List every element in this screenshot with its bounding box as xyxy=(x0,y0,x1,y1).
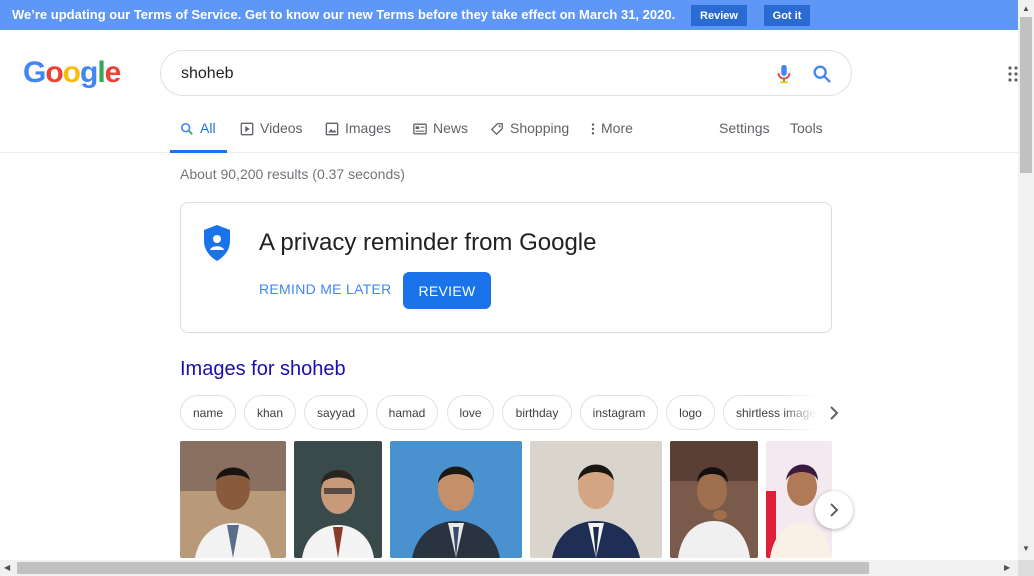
image-icon xyxy=(325,122,339,136)
chip[interactable]: love xyxy=(447,395,494,430)
chip[interactable]: logo xyxy=(666,395,715,430)
banner-review-button[interactable]: Review xyxy=(691,5,747,26)
apps-grid-icon[interactable] xyxy=(1008,66,1018,82)
chip-fade xyxy=(782,395,832,431)
vertical-scroll-thumb[interactable] xyxy=(1020,17,1032,173)
banner-gotit-button[interactable]: Got it xyxy=(764,5,810,26)
person-photo xyxy=(530,441,662,558)
chip[interactable]: sayyad xyxy=(304,395,368,430)
images-next-button[interactable] xyxy=(815,491,853,529)
tab-label: All xyxy=(200,120,216,136)
more-vert-icon xyxy=(591,123,595,135)
chip[interactable]: birthday xyxy=(502,395,572,430)
search-icon xyxy=(180,122,193,135)
image-thumbnail[interactable] xyxy=(530,441,662,558)
tab-label: Shopping xyxy=(510,120,570,136)
tab-label: More xyxy=(601,120,633,136)
person-photo xyxy=(390,441,522,558)
tools-link[interactable]: Tools xyxy=(790,120,823,153)
scroll-right-arrow-icon[interactable]: ▶ xyxy=(1004,563,1010,572)
scroll-down-arrow-icon[interactable]: ▼ xyxy=(1022,544,1030,553)
remind-later-button[interactable]: REMIND ME LATER xyxy=(259,281,392,297)
news-icon xyxy=(413,123,427,135)
search-tabs: All Videos Images News Shopping More Set… xyxy=(0,110,1018,153)
image-thumbnail[interactable] xyxy=(180,441,286,558)
tab-images[interactable]: Images xyxy=(325,120,391,153)
page: We’re updating our Terms of Service. Get… xyxy=(0,0,1034,576)
horizontal-scrollbar[interactable]: ◀ ▶ xyxy=(0,560,1018,576)
google-logo[interactable]: Google xyxy=(23,56,122,90)
chip[interactable]: khan xyxy=(244,395,296,430)
image-thumbnail[interactable] xyxy=(294,441,382,558)
logo-letter: o xyxy=(45,56,63,89)
person-photo xyxy=(670,441,758,558)
privacy-review-button[interactable]: REVIEW xyxy=(403,272,491,309)
play-icon xyxy=(240,122,254,136)
chevron-right-icon xyxy=(830,503,839,517)
mic-icon[interactable] xyxy=(773,63,795,85)
shield-user-icon xyxy=(204,225,230,261)
tag-icon xyxy=(490,123,503,136)
scroll-left-arrow-icon[interactable]: ◀ xyxy=(4,563,10,572)
logo-letter: o xyxy=(62,56,81,89)
image-thumbnail[interactable] xyxy=(390,441,522,558)
banner-text: We’re updating our Terms of Service. Get… xyxy=(12,7,676,22)
privacy-reminder-card: A privacy reminder from Google REMIND ME… xyxy=(180,202,832,333)
scrollbar-corner xyxy=(1018,560,1034,576)
tab-label: Images xyxy=(345,120,391,136)
chevron-right-icon[interactable] xyxy=(828,405,840,421)
result-stats: About 90,200 results (0.37 seconds) xyxy=(180,166,405,182)
tab-all[interactable]: All xyxy=(170,120,227,153)
vertical-scrollbar[interactable]: ▲ ▼ xyxy=(1018,0,1034,560)
horizontal-scroll-thumb[interactable] xyxy=(17,562,869,574)
person-photo xyxy=(294,441,382,558)
images-heading-link[interactable]: Images for shoheb xyxy=(180,358,346,381)
chip[interactable]: name xyxy=(180,395,236,430)
search-icon[interactable] xyxy=(811,63,833,85)
terms-banner: We’re updating our Terms of Service. Get… xyxy=(0,0,1018,30)
search-box[interactable]: shoheb xyxy=(160,50,852,96)
logo-letter: g xyxy=(80,56,98,89)
tab-more[interactable]: More xyxy=(590,120,633,153)
logo-letter: e xyxy=(104,56,122,89)
settings-link[interactable]: Settings xyxy=(719,120,770,153)
tab-shopping[interactable]: Shopping xyxy=(490,120,569,153)
chip[interactable]: hamad xyxy=(376,395,438,430)
tab-news[interactable]: News xyxy=(413,120,468,153)
privacy-title: A privacy reminder from Google xyxy=(259,229,597,256)
image-filter-chips: name khan sayyad hamad love birthday ins… xyxy=(180,395,832,431)
scroll-up-arrow-icon[interactable]: ▲ xyxy=(1022,4,1030,13)
logo-letter: G xyxy=(23,56,46,89)
search-input[interactable]: shoheb xyxy=(181,65,234,83)
image-thumbnail[interactable] xyxy=(670,441,758,558)
tab-label: News xyxy=(433,120,469,136)
logo-letter: l xyxy=(97,56,105,89)
tab-label: Videos xyxy=(260,120,303,136)
tab-videos[interactable]: Videos xyxy=(240,120,303,153)
chip[interactable]: instagram xyxy=(580,395,658,430)
person-photo xyxy=(180,441,286,558)
